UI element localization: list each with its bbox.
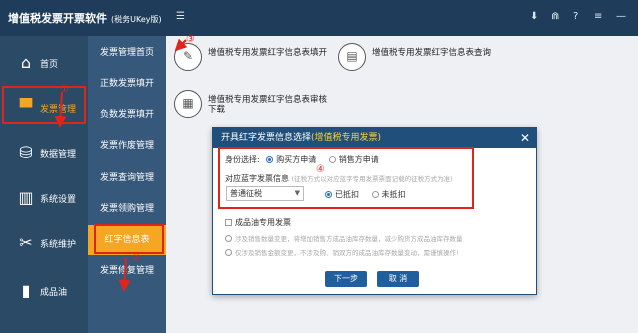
oil-option-2: 仅涉及销售金额变更，不涉及购、销双方的成品油库存数量变动，需谨慎操作! xyxy=(225,247,459,257)
annotation-3: ③ xyxy=(186,34,195,45)
app-subtitle: (税务UKey版) xyxy=(111,15,162,24)
annotation-box-invoice-nav xyxy=(2,86,86,124)
help-icon[interactable]: ? xyxy=(573,11,578,22)
oil-icon: ▮ xyxy=(21,281,31,300)
nav-item-label: 成品油 xyxy=(40,288,68,298)
close-icon[interactable]: ✕ xyxy=(520,128,530,148)
dialog-title: 开具红字发票信息选择 xyxy=(221,133,312,143)
home-icon: ⌂ xyxy=(20,53,32,72)
list-icon[interactable]: ≡ xyxy=(594,11,602,22)
card-label: 增值税专用发票红字信息表填开 xyxy=(208,48,328,58)
nav-item-data[interactable]: ⛁ 数据管理 xyxy=(0,130,88,174)
app-title-text: 增值税发票开票软件 xyxy=(8,12,107,25)
annotation-1: ① xyxy=(60,84,69,95)
data-icon: ⛁ xyxy=(19,143,33,162)
nav-item-label: 首页 xyxy=(40,60,59,70)
nav-item-label: 系统设置 xyxy=(40,195,77,205)
subnav-item-query[interactable]: 发票查询管理 xyxy=(88,163,166,193)
download-icon[interactable]: ⬇ xyxy=(530,11,538,22)
nav-item-home[interactable]: ⌂ 首页 xyxy=(0,40,88,84)
annotation-2: ② xyxy=(132,253,141,264)
title-bar: 增值税发票开票软件 (税务UKey版) ☰ ⬇ ⋒ ? ≡ — xyxy=(0,0,638,36)
dialog-title-highlight: (增值税专用发票) xyxy=(311,133,382,143)
card-label: 增值税专用发票红字信息表审核下载 xyxy=(208,95,328,115)
fill-form-icon: ✎ xyxy=(174,43,202,71)
oil-checkbox-label: 成品油专用发票 xyxy=(235,218,291,227)
subnav-item-home[interactable]: 发票管理首页 xyxy=(88,38,166,68)
app-title: 增值税发票开票软件 (税务UKey版) xyxy=(8,10,162,26)
download-form-icon: ▦ xyxy=(174,90,202,118)
oil-checkbox-row[interactable]: 成品油专用发票 xyxy=(225,217,291,228)
radio-icon xyxy=(225,249,232,256)
nav-item-maintenance[interactable]: ✂ 系统维护 xyxy=(0,220,88,264)
subnav-item-purchase[interactable]: 发票领购管理 xyxy=(88,194,166,224)
main-nav: ⌂ 首页 ▀ 发票管理 ⛁ 数据管理 ▥ 系统设置 ✂ 系统维护 ▮ 成品油 xyxy=(0,36,88,333)
nav-item-oil[interactable]: ▮ 成品油 xyxy=(0,268,88,312)
card-label: 增值税专用发票红字信息表查询 xyxy=(372,48,492,58)
notice-icon[interactable]: ⋒ xyxy=(551,11,559,22)
nav-item-label: 数据管理 xyxy=(40,150,77,160)
minimize-icon[interactable]: — xyxy=(616,11,626,22)
menu-icon[interactable]: ☰ xyxy=(176,11,185,22)
card-red-info-query[interactable]: ▤ 增值税专用发票红字信息表查询 xyxy=(338,43,491,77)
subnav-item-negative[interactable]: 负数发票填开 xyxy=(88,100,166,130)
annotation-4: ④ xyxy=(316,164,325,175)
oil-option-1-label: 涉及销售数量变更，将增加销售方成品油库存数量，减少购货方成品油库存数量 xyxy=(235,235,463,243)
nav-item-settings[interactable]: ▥ 系统设置 xyxy=(0,175,88,219)
card-red-info-fill[interactable]: ✎ 增值税专用发票红字信息表填开 xyxy=(174,43,327,77)
annotation-box-dialog-options xyxy=(218,147,474,209)
cancel-button[interactable]: 取 消 xyxy=(377,271,419,287)
oil-option-2-label: 仅涉及销售金额变更，不涉及购、销双方的成品油库存数量变动，需谨慎操作! xyxy=(235,249,459,257)
annotation-box-red-info xyxy=(94,224,164,254)
card-red-info-download[interactable]: ▦ 增值税专用发票红字信息表审核下载 xyxy=(174,90,327,124)
dialog-header: 开具红字发票信息选择(增值税专用发票) xyxy=(213,128,536,148)
next-button[interactable]: 下一步 xyxy=(325,271,367,287)
oil-option-1: 涉及销售数量变更，将增加销售方成品油库存数量，减少购货方成品油库存数量 xyxy=(225,233,463,243)
checkbox-icon xyxy=(225,219,232,226)
subnav-item-positive[interactable]: 正数发票填开 xyxy=(88,69,166,99)
settings-icon: ▥ xyxy=(18,188,34,207)
query-form-icon: ▤ xyxy=(338,43,366,71)
subnav-item-void[interactable]: 发票作废管理 xyxy=(88,131,166,161)
nav-item-label: 系统维护 xyxy=(40,240,77,250)
sub-nav: 发票管理首页 正数发票填开 负数发票填开 发票作废管理 发票查询管理 发票领购管… xyxy=(88,36,166,333)
tools-icon: ✂ xyxy=(19,233,33,252)
radio-icon xyxy=(225,235,232,242)
subnav-item-repair[interactable]: 发票修复管理 xyxy=(88,256,166,286)
